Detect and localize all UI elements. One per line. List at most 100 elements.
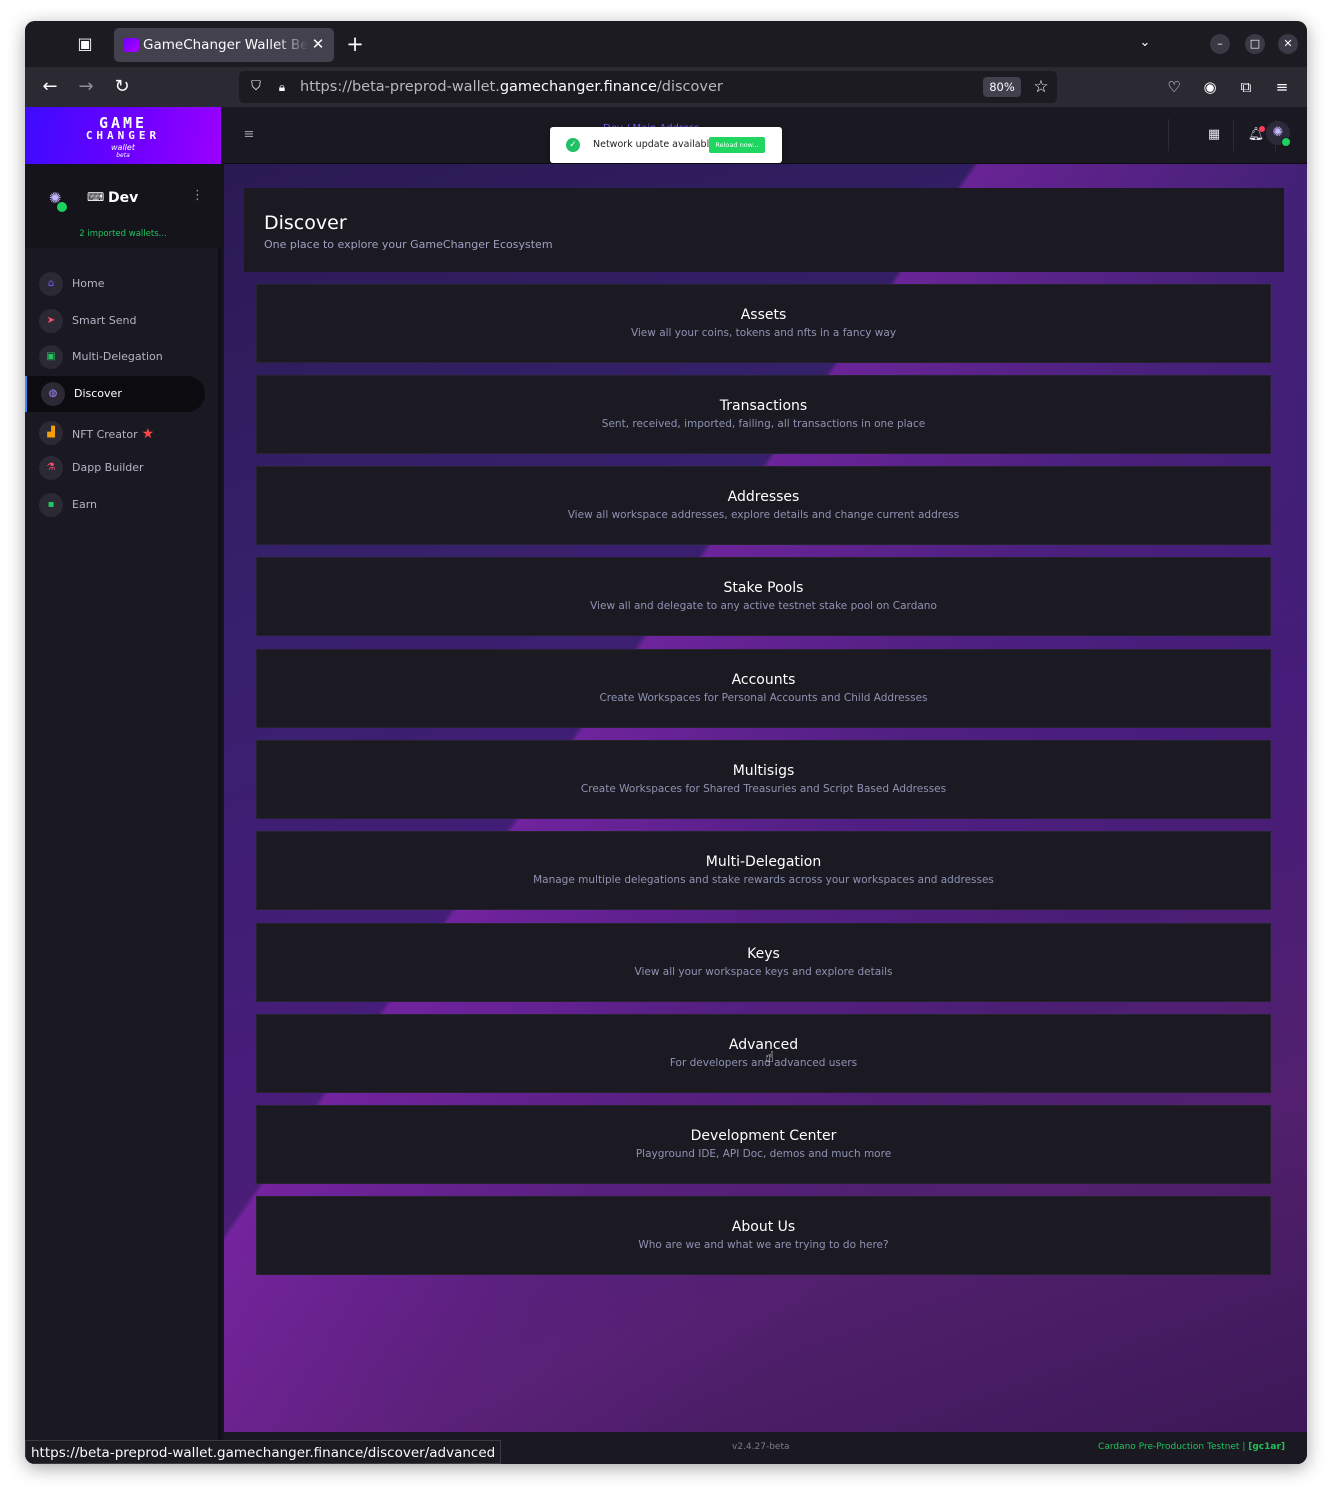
- sidebar-item-earn[interactable]: ▪ Earn: [25, 487, 205, 523]
- sidebar-item-nft-creator[interactable]: ▟ NFT Creator ★: [25, 415, 205, 451]
- discover-card-advanced[interactable]: Advanced For developers and advanced use…: [256, 1014, 1271, 1093]
- card-title: Development Center: [690, 1128, 837, 1144]
- card-subtitle: Who are we and what we are trying to do …: [638, 1239, 889, 1251]
- tab-bar: ▣ GameChanger Wallet Beta ✕ + ⌄ – □ ✕: [25, 21, 1307, 67]
- sidebar-item-dapp-builder[interactable]: ⚗ Dapp Builder: [25, 450, 205, 486]
- back-icon[interactable]: ←: [38, 75, 62, 99]
- logo-subtitle: wallet beta: [111, 143, 135, 160]
- card-title: Addresses: [727, 489, 800, 505]
- tab-title: GameChanger Wallet Beta: [143, 37, 309, 53]
- imported-wallets-link[interactable]: 2 imported wallets...: [25, 229, 221, 239]
- discover-card-keys[interactable]: Keys View all your workspace keys and ex…: [256, 923, 1271, 1002]
- flask-icon: ⚗: [39, 456, 63, 480]
- money-icon: ▪: [39, 493, 63, 517]
- sidebar-item-label: Earn: [72, 498, 97, 511]
- reload-now-button[interactable]: Reload now...: [709, 137, 765, 153]
- url-bar[interactable]: ⛉ 🔒︎ https://beta-preprod-wallet.gamecha…: [239, 71, 1057, 103]
- divider: [1168, 119, 1169, 151]
- discover-card-about-us[interactable]: About Us Who are we and what we are tryi…: [256, 1196, 1271, 1275]
- keyboard-icon: ⌨: [87, 190, 105, 204]
- sidebar-item-home[interactable]: ⌂ Home: [25, 266, 205, 302]
- card-title: About Us: [731, 1219, 796, 1235]
- extensions-icon[interactable]: ⧉: [1235, 76, 1257, 98]
- globe-icon: ◍: [41, 382, 65, 406]
- list-all-tabs-icon[interactable]: ⌄: [1135, 35, 1155, 53]
- card-subtitle: View all your coins, tokens and nfts in …: [630, 327, 897, 339]
- sidebar-item-discover[interactable]: ◍ Discover: [25, 376, 205, 412]
- sidebar-item-label: Dapp Builder: [72, 461, 144, 474]
- active-tab[interactable]: GameChanger Wallet Beta ✕: [114, 28, 334, 62]
- card-title: Accounts: [731, 672, 796, 688]
- wallet-avatar[interactable]: ✺: [43, 186, 67, 212]
- notification-dot: [1259, 126, 1265, 132]
- online-status-dot: [1281, 137, 1291, 147]
- discover-card-accounts[interactable]: Accounts Create Workspaces for Personal …: [256, 649, 1271, 728]
- main-content: Discover One place to explore your GameC…: [224, 164, 1307, 1432]
- card-title: Keys: [747, 946, 780, 962]
- qr-code-icon[interactable]: ▦: [1204, 125, 1224, 145]
- divider: [1233, 119, 1234, 151]
- discover-card-multisigs[interactable]: Multisigs Create Workspaces for Shared T…: [256, 740, 1271, 819]
- page-header: Discover One place to explore your GameC…: [244, 188, 1284, 272]
- toast-message: Network update available: [593, 139, 716, 150]
- forward-icon[interactable]: →: [74, 75, 98, 99]
- account-icon[interactable]: ◉: [1199, 76, 1221, 98]
- pocket-icon[interactable]: ♡: [1163, 76, 1185, 98]
- menu-icon[interactable]: ≡: [1271, 76, 1293, 98]
- discover-card-stake-pools[interactable]: Stake Pools View all and delegate to any…: [256, 557, 1271, 636]
- gamechanger-app: GAMECHANGER walletbeta ≡ Dev / Main Addr…: [25, 107, 1307, 1464]
- browser-window: ▣ GameChanger Wallet Beta ✕ + ⌄ – □ ✕ ← …: [25, 21, 1307, 1464]
- card-subtitle: Manage multiple delegations and stake re…: [533, 874, 994, 886]
- card-title: Multisigs: [732, 763, 795, 779]
- tab-overview-icon[interactable]: ▣: [75, 35, 95, 53]
- wallet-selector[interactable]: ✺ ⌨ Dev ⋮ 2 imported wallets...: [25, 164, 221, 248]
- card-subtitle: Sent, received, imported, failing, all t…: [601, 418, 926, 430]
- card-subtitle: Create Workspaces for Personal Accounts …: [599, 692, 928, 704]
- close-tab-icon[interactable]: ✕: [310, 35, 326, 53]
- reload-icon[interactable]: ↻: [110, 75, 134, 99]
- page-title: Discover: [264, 212, 347, 234]
- card-subtitle: Create Workspaces for Shared Treasuries …: [580, 783, 947, 795]
- star-icon: ★: [141, 426, 155, 442]
- logo-wordmark: GAME CHANGER: [85, 114, 161, 142]
- minimize-icon[interactable]: –: [1210, 34, 1230, 54]
- card-title: Advanced: [728, 1037, 799, 1053]
- close-window-icon[interactable]: ✕: [1278, 34, 1298, 54]
- mouse-cursor-icon: ☝: [765, 1048, 775, 1066]
- tracking-shield-icon[interactable]: ⛉: [247, 78, 265, 96]
- maximize-icon[interactable]: □: [1245, 34, 1265, 54]
- card-title: Stake Pools: [723, 580, 804, 596]
- sidebar-item-smart-send[interactable]: ➤ Smart Send: [25, 303, 205, 339]
- lock-icon[interactable]: 🔒︎: [273, 78, 291, 96]
- discover-card-development-center[interactable]: Development Center Playground IDE, API D…: [256, 1105, 1271, 1184]
- more-options-icon[interactable]: ⋮: [191, 188, 204, 206]
- discover-card-transactions[interactable]: Transactions Sent, received, imported, f…: [256, 375, 1271, 454]
- sidebar-item-label: NFT Creator ★: [72, 426, 155, 442]
- discover-card-multi-delegation[interactable]: Multi-Delegation Manage multiple delegat…: [256, 831, 1271, 910]
- navigation-toolbar: ← → ↻ ⛉ 🔒︎ https://beta-preprod-wallet.g…: [25, 67, 1307, 107]
- home-icon: ⌂: [39, 272, 63, 296]
- gamechanger-favicon-icon: [123, 38, 139, 52]
- card-title: Multi-Delegation: [705, 854, 822, 870]
- card-subtitle: View all and delegate to any active test…: [590, 600, 937, 612]
- card-subtitle: View all your workspace keys and explore…: [634, 966, 893, 978]
- version-label: v2.4.27-beta: [732, 1442, 790, 1452]
- hamburger-menu-icon[interactable]: ≡: [241, 127, 257, 143]
- sidebar-item-multi-delegation[interactable]: ▣ Multi-Delegation: [25, 339, 205, 375]
- bookmark-star-icon[interactable]: ☆: [1030, 76, 1052, 98]
- sidebar-item-label: Discover: [74, 387, 122, 400]
- notifications-bell-icon[interactable]: 🔔︎: [1246, 125, 1266, 145]
- discover-card-addresses[interactable]: Addresses View all workspace addresses, …: [256, 466, 1271, 545]
- sidebar-item-label: Home: [72, 277, 105, 290]
- gamechanger-logo[interactable]: GAME CHANGER wallet beta: [25, 107, 221, 164]
- network-label: Cardano Pre-Production Testnet | [gc1ar]: [1098, 1442, 1285, 1452]
- url-text[interactable]: https://beta-preprod-wallet.gamechanger.…: [300, 79, 723, 95]
- avatar[interactable]: ✺: [1266, 121, 1291, 147]
- card-subtitle: For developers and advanced users: [669, 1057, 858, 1069]
- sidebar-item-label: Smart Send: [72, 314, 137, 327]
- card-subtitle: Playground IDE, API Doc, demos and much …: [635, 1148, 892, 1160]
- discover-card-assets[interactable]: Assets View all your coins, tokens and n…: [256, 284, 1271, 363]
- new-tab-icon[interactable]: +: [344, 34, 366, 56]
- link-status-url: https://beta-preprod-wallet.gamechanger.…: [25, 1440, 502, 1464]
- zoom-level-badge[interactable]: 80%: [983, 77, 1021, 97]
